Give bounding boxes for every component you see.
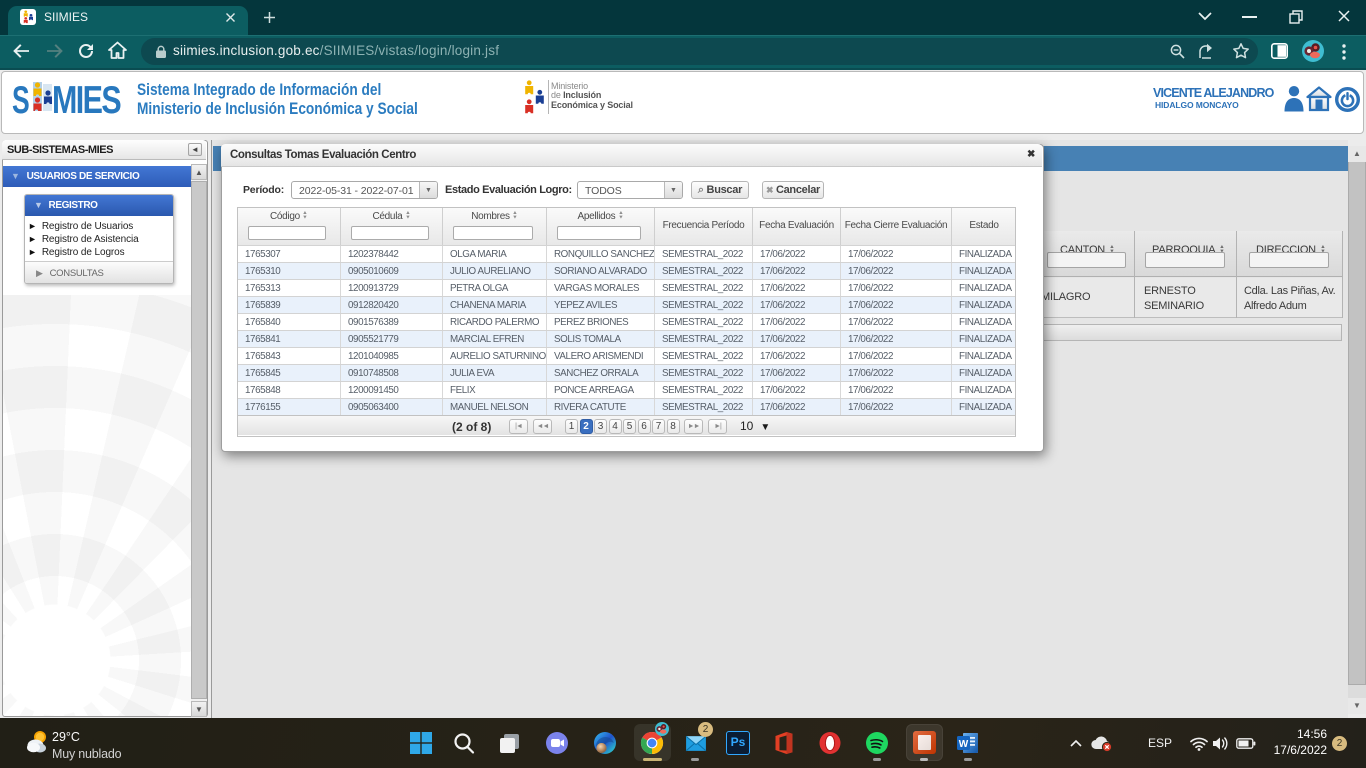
svg-text:W: W bbox=[959, 739, 969, 750]
